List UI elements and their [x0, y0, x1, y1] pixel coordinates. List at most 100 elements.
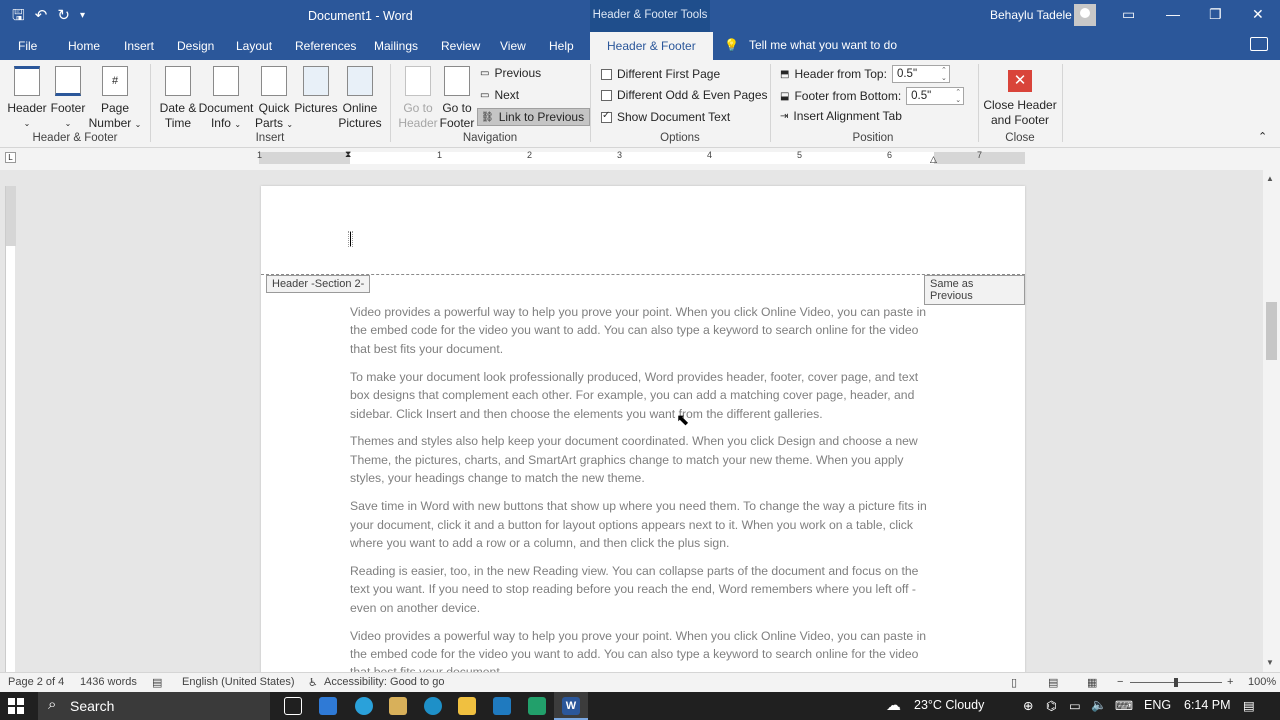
avatar[interactable] [1074, 4, 1096, 26]
word-taskbar-button[interactable]: W [554, 692, 588, 720]
go-to-header-button[interactable]: Go to Header [398, 66, 438, 131]
online-pictures-label-1: Online [342, 101, 378, 115]
tab-view[interactable]: View [500, 39, 526, 53]
indent-marker-icon[interactable]: ⧗ [345, 149, 351, 160]
next-button[interactable]: ▭ Next [480, 88, 519, 102]
ruler-strip[interactable] [259, 152, 1025, 164]
minimize-icon[interactable]: — [1166, 6, 1180, 22]
tab-file[interactable]: File [18, 39, 37, 53]
network-icon[interactable]: ⌬ [1046, 698, 1057, 713]
close-icon[interactable]: ✕ [1252, 6, 1264, 23]
notification-icon[interactable]: ▤ [1243, 698, 1255, 713]
link-to-previous-button[interactable]: ⛓ Link to Previous [477, 108, 591, 126]
previous-button[interactable]: ▭ Previous [480, 66, 541, 80]
redo-icon[interactable]: ↻ [57, 6, 70, 26]
tab-home[interactable]: Home [68, 39, 100, 53]
download-app-icon[interactable] [528, 697, 546, 715]
customize-icon[interactable]: ▾ [80, 6, 85, 26]
date-time-button[interactable]: Date & Time [156, 66, 200, 131]
keyboard-icon[interactable]: ⌨ [1115, 698, 1133, 713]
page-count[interactable]: Page 2 of 4 [8, 676, 64, 688]
undo-icon[interactable]: ↶ [35, 6, 48, 26]
taskbar: ⌕ Search W ☁ 23°C Cloudy ⊕ ⌬ ▭ 🔈 ⌨ ENG 6… [0, 692, 1280, 720]
language-status[interactable]: English (United States) [182, 676, 295, 688]
vertical-scrollbar[interactable]: ▲ ▼ [1263, 170, 1280, 672]
go-to-footer-button[interactable]: Go to Footer [438, 66, 476, 131]
photos-icon[interactable] [493, 697, 511, 715]
proofing-icon[interactable]: ▤ [152, 676, 162, 689]
tell-me-search[interactable]: 💡 Tell me what you want to do [724, 38, 897, 52]
restore-icon[interactable]: ❐ [1209, 6, 1222, 23]
collapse-ribbon-icon[interactable]: ⌃ [1258, 130, 1267, 143]
footer-from-bottom-row: ⬓ Footer from Bottom: 0.5" [780, 87, 965, 105]
body-text[interactable]: Video provides a powerful way to help yo… [350, 303, 940, 672]
header-from-top-input[interactable]: 0.5" [891, 65, 950, 83]
web-layout-icon[interactable]: ▦ [1087, 676, 1097, 689]
show-document-text-checkbox[interactable]: Show Document Text [601, 110, 730, 124]
scroll-down-icon[interactable]: ▼ [1266, 658, 1274, 667]
quick-access-toolbar: 🖫 ↶ ↻ ▾ [12, 6, 85, 26]
user-name[interactable]: Behaylu Tadele [990, 8, 1072, 22]
zoom-out-icon[interactable]: − [1117, 676, 1123, 688]
tab-header-footer[interactable]: Header & Footer [590, 32, 713, 60]
pictures-label: Pictures [294, 101, 338, 115]
zoom-thumb[interactable] [1174, 678, 1178, 687]
save-icon[interactable]: 🖫 [12, 6, 25, 26]
tab-references[interactable]: References [295, 39, 356, 53]
tab-selector[interactable]: L [5, 152, 16, 163]
tab-review[interactable]: Review [441, 39, 480, 53]
battery-icon[interactable]: ▭ [1069, 698, 1081, 713]
link-to-previous-label: Link to Previous [498, 110, 585, 124]
doc-info-label-1: Document [198, 101, 254, 115]
store-icon[interactable] [319, 697, 337, 715]
footer-from-bottom-input[interactable]: 0.5" [906, 87, 965, 105]
tab-insert[interactable]: Insert [124, 39, 154, 53]
header-button[interactable]: Header ⌄ [6, 66, 48, 131]
quick-parts-button[interactable]: Quick Parts ⌄ [254, 66, 294, 132]
go-to-header-label-2: Header [398, 116, 438, 130]
globe-icon[interactable]: ⊕ [1023, 698, 1033, 713]
scroll-thumb[interactable] [1266, 302, 1277, 360]
different-odd-even-checkbox[interactable]: Different Odd & Even Pages [601, 88, 768, 102]
taskbar-search[interactable]: ⌕ Search [38, 692, 270, 720]
calendar-icon [165, 66, 191, 96]
clock[interactable]: 6:14 PM [1184, 698, 1231, 712]
document-area[interactable]: Header -Section 2- Same as Previous Vide… [20, 170, 1263, 672]
comments-icon[interactable] [1250, 37, 1268, 51]
paragraph: To make your document look professionall… [350, 369, 919, 421]
different-first-page-checkbox[interactable]: Different First Page [601, 67, 720, 81]
tab-mailings[interactable]: Mailings [374, 39, 418, 53]
insert-alignment-tab-button[interactable]: ⇥ Insert Alignment Tab [780, 109, 902, 123]
tab-design[interactable]: Design [177, 39, 214, 53]
ribbon-display-icon[interactable]: ▭ [1122, 6, 1135, 23]
online-pictures-button[interactable]: Online Pictures [338, 66, 382, 131]
weather-text[interactable]: 23°C Cloudy [914, 698, 984, 712]
word-count[interactable]: 1436 words [80, 676, 137, 688]
task-view-icon[interactable] [284, 697, 302, 715]
paragraph: Themes and styles also help keep your do… [350, 434, 918, 486]
app-icon[interactable] [389, 697, 407, 715]
pictures-button[interactable]: Pictures [294, 66, 338, 116]
edge-icon[interactable] [424, 697, 442, 715]
input-language[interactable]: ENG [1144, 698, 1171, 712]
header-position-icon: ⬒ [780, 68, 790, 80]
tab-help[interactable]: Help [549, 39, 574, 53]
right-indent-marker-icon[interactable]: △ [930, 154, 937, 165]
page[interactable]: Header -Section 2- Same as Previous Vide… [261, 186, 1025, 672]
scroll-up-icon[interactable]: ▲ [1266, 174, 1274, 183]
tab-layout[interactable]: Layout [236, 39, 272, 53]
footer-button[interactable]: Footer ⌄ [49, 66, 87, 131]
page-number-button[interactable]: # Page Number ⌄ [88, 66, 142, 132]
telegram-icon[interactable] [355, 697, 373, 715]
read-mode-icon[interactable]: ▯ [1011, 676, 1017, 689]
file-explorer-icon[interactable] [458, 697, 476, 715]
header-label: Header [7, 101, 47, 115]
volume-icon[interactable]: 🔈 [1091, 698, 1107, 713]
accessibility-status[interactable]: Accessibility: Good to go [324, 676, 444, 688]
close-header-footer-button[interactable]: ✕ Close Header and Footer [982, 70, 1058, 128]
zoom-level[interactable]: 100% [1248, 676, 1276, 688]
zoom-in-icon[interactable]: + [1227, 676, 1233, 688]
document-info-button[interactable]: Document Info ⌄ [198, 66, 254, 132]
windows-start-icon[interactable] [8, 698, 24, 714]
print-layout-icon[interactable]: ▤ [1048, 676, 1058, 689]
